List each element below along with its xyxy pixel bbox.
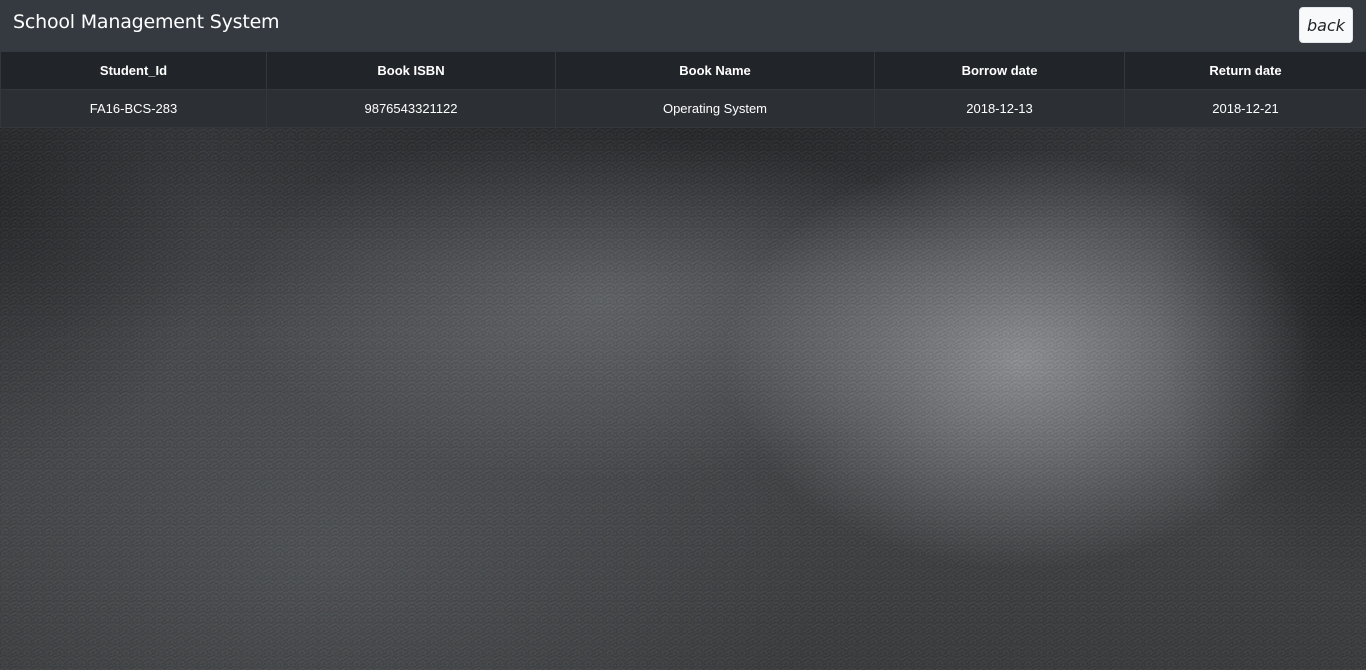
cell-student-id: FA16-BCS-283 [0, 89, 267, 128]
cell-borrow-date: 2018-12-13 [874, 89, 1125, 128]
navbar: School Management System back [0, 0, 1366, 51]
column-header-book-isbn: Book ISBN [266, 51, 556, 90]
cell-book-name: Operating System [555, 89, 875, 128]
column-header-book-name: Book Name [555, 51, 875, 90]
background-texture [0, 127, 1366, 670]
back-button[interactable]: back [1299, 7, 1353, 43]
table-row: FA16-BCS-283 9876543321122 Operating Sys… [0, 89, 1366, 128]
column-header-student-id: Student_Id [0, 51, 267, 90]
column-header-borrow-date: Borrow date [874, 51, 1125, 90]
column-header-return-date: Return date [1124, 51, 1366, 90]
cell-book-isbn: 9876543321122 [266, 89, 556, 128]
cell-return-date: 2018-12-21 [1124, 89, 1366, 128]
table-header-row: Student_Id Book ISBN Book Name Borrow da… [0, 51, 1366, 90]
app-title: School Management System [13, 11, 280, 33]
borrow-records-table: Student_Id Book ISBN Book Name Borrow da… [0, 51, 1366, 128]
